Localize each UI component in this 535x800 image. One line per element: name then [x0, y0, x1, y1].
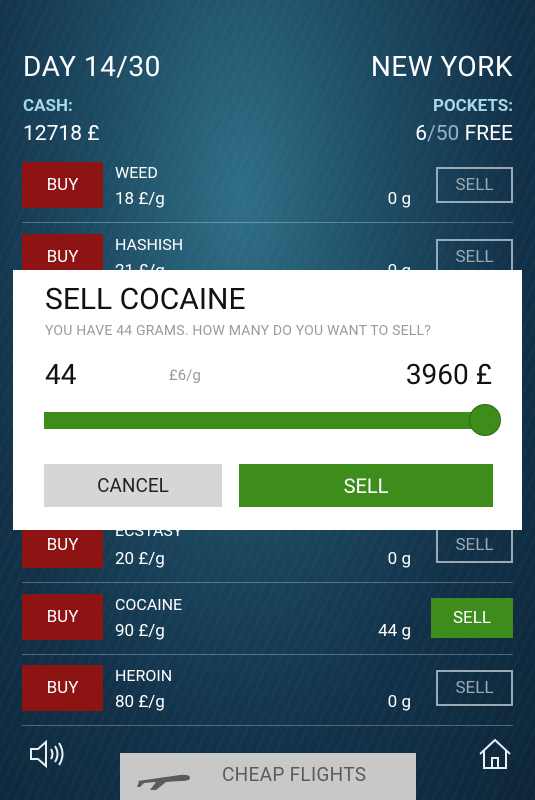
drug-price: 20 £/g [115, 549, 165, 569]
drug-name: HASHISH [115, 235, 184, 254]
pockets-capacity: /50 [427, 122, 460, 146]
pockets-label: POCKETS: [433, 96, 513, 116]
pockets-free: FREE [459, 122, 513, 146]
drug-name: COCAINE [115, 595, 183, 614]
unit-price: £6/g [169, 366, 201, 384]
pockets-value: 6/50 FREE [415, 122, 513, 146]
drug-quantity: 0 g [387, 189, 411, 209]
cash-value: 12718 £ [23, 122, 100, 146]
pockets-used: 6 [415, 122, 428, 146]
drug-price: 18 £/g [115, 189, 165, 209]
row-divider [22, 725, 513, 726]
drug-row-heroin: BUY HEROIN 80 £/g 0 g SELL [22, 665, 513, 737]
day-counter: DAY 14/30 [23, 50, 161, 83]
sell-button-weed[interactable]: SELL [436, 167, 513, 203]
cheap-flights-label: CHEAP FLIGHTS [222, 763, 367, 786]
drug-quantity: 0 g [387, 692, 411, 712]
drug-row-ecstasy: BUY ECSTASY 20 £/g 0 g SELL [22, 521, 513, 594]
row-divider [22, 582, 513, 583]
sell-amount: 44 [45, 358, 77, 391]
sell-button-ecstasy[interactable]: SELL [436, 527, 513, 563]
drug-quantity: 44 g [378, 621, 411, 641]
speaker-icon[interactable] [28, 737, 68, 771]
sell-button-heroin[interactable]: SELL [436, 670, 513, 706]
airplane-icon [137, 774, 190, 790]
row-divider [22, 654, 513, 655]
drug-row-weed: BUY WEED 18 £/g 0 g SELL [22, 162, 513, 234]
sell-button-cocaine[interactable]: SELL [431, 598, 513, 638]
row-divider [22, 222, 513, 223]
drug-name: WEED [115, 163, 158, 182]
amount-slider[interactable] [44, 412, 486, 429]
dialog-title: SELL COCAINE [45, 282, 246, 317]
buy-button-cocaine[interactable]: BUY [22, 594, 103, 640]
buy-button-heroin[interactable]: BUY [22, 665, 103, 711]
sell-total: 3960 £ [405, 358, 492, 391]
drug-row-cocaine: BUY COCAINE 90 £/g 44 g SELL [22, 594, 513, 666]
slider-thumb[interactable] [469, 404, 501, 436]
cash-label: CASH: [23, 96, 73, 116]
sell-dialog: SELL COCAINE YOU HAVE 44 GRAMS. HOW MANY… [13, 270, 522, 530]
home-icon[interactable] [477, 737, 513, 771]
drug-quantity: 0 g [387, 549, 411, 569]
drug-price: 90 £/g [115, 621, 165, 641]
city-name: NEW YORK [370, 50, 513, 83]
confirm-sell-button[interactable]: SELL [239, 464, 493, 507]
drug-price: 80 £/g [115, 692, 165, 712]
cancel-button[interactable]: CANCEL [44, 464, 222, 507]
cheap-flights-button[interactable]: CHEAP FLIGHTS [120, 753, 416, 800]
dialog-subtitle: YOU HAVE 44 GRAMS. HOW MANY DO YOU WANT … [45, 323, 432, 339]
drug-name: HEROIN [115, 666, 173, 685]
buy-button-weed[interactable]: BUY [22, 162, 103, 208]
